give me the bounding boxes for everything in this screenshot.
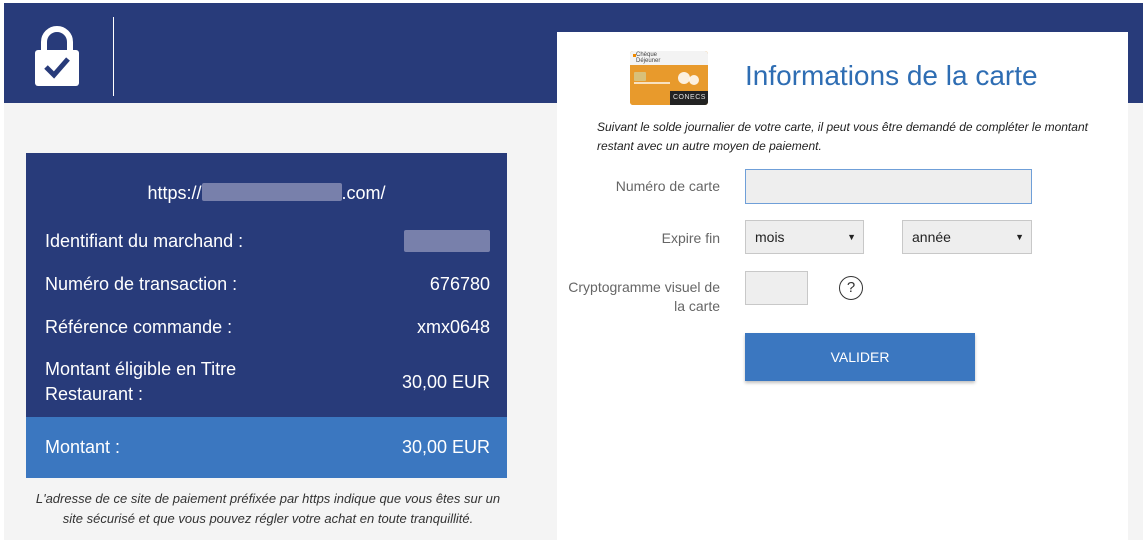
payment-card-panel: Chèque Déjeuner CONECS Informations de l…	[557, 32, 1128, 540]
card-info-title: Informations de la carte	[745, 60, 1038, 91]
merchant-id-label: Identifiant du marchand :	[45, 230, 244, 251]
merchant-id-value	[404, 230, 490, 252]
card-number-input[interactable]	[745, 169, 1032, 204]
total-amount-label: Montant :	[45, 436, 121, 457]
card-number-label: Numéro de carte	[615, 178, 720, 194]
lock-check-icon	[35, 26, 79, 86]
eligible-amount-row: Montant éligible en Titre Restaurant : 3…	[45, 356, 490, 408]
card-logo-text-2: Déjeuner	[636, 58, 661, 64]
redacted-domain	[201, 183, 342, 201]
cvv-input[interactable]	[745, 271, 808, 305]
merchant-id-row: Identifiant du marchand :	[45, 229, 490, 253]
cvv-label: Cryptogramme visuel de la carte	[568, 279, 720, 314]
month-select[interactable]: mois ▼	[745, 220, 864, 254]
cheque-dejeuner-card-logo: Chèque Déjeuner CONECS	[630, 51, 708, 105]
transaction-number-row: Numéro de transaction : 676780	[45, 272, 490, 296]
order-reference-row: Référence commande : xmx0648	[45, 315, 490, 339]
chevron-down-icon: ▼	[1015, 232, 1024, 242]
expiry-label: Expire fin	[661, 230, 720, 246]
eligible-amount-label: Montant éligible en Titre Restaurant :	[45, 359, 237, 404]
month-select-value: mois	[755, 229, 785, 245]
secure-site-note: L'adresse de ce site de paiement préfixé…	[35, 491, 501, 526]
transaction-number-value: 676780	[429, 273, 490, 294]
order-reference-label: Référence commande :	[45, 316, 233, 337]
transaction-summary: https://.com/ Identifiant du marchand : …	[26, 153, 507, 478]
chevron-down-icon: ▼	[847, 232, 856, 242]
header-divider	[113, 17, 114, 96]
validate-button[interactable]: VALIDER	[745, 333, 975, 381]
year-select-value: année	[912, 229, 951, 245]
eligible-amount-value: 30,00 EUR	[401, 371, 490, 392]
help-icon[interactable]: ?	[839, 276, 863, 300]
year-select[interactable]: année ▼	[902, 220, 1032, 254]
transaction-number-label: Numéro de transaction :	[45, 273, 238, 294]
order-reference-value: xmx0648	[416, 316, 490, 337]
total-amount-value: 30,00 EUR	[401, 436, 490, 457]
balance-note: Suivant le solde journalier de votre car…	[597, 120, 1088, 153]
conecs-logo: CONECS	[673, 94, 706, 101]
total-amount-row: Montant : 30,00 EUR	[26, 417, 507, 478]
merchant-url: https://.com/	[147, 183, 386, 203]
